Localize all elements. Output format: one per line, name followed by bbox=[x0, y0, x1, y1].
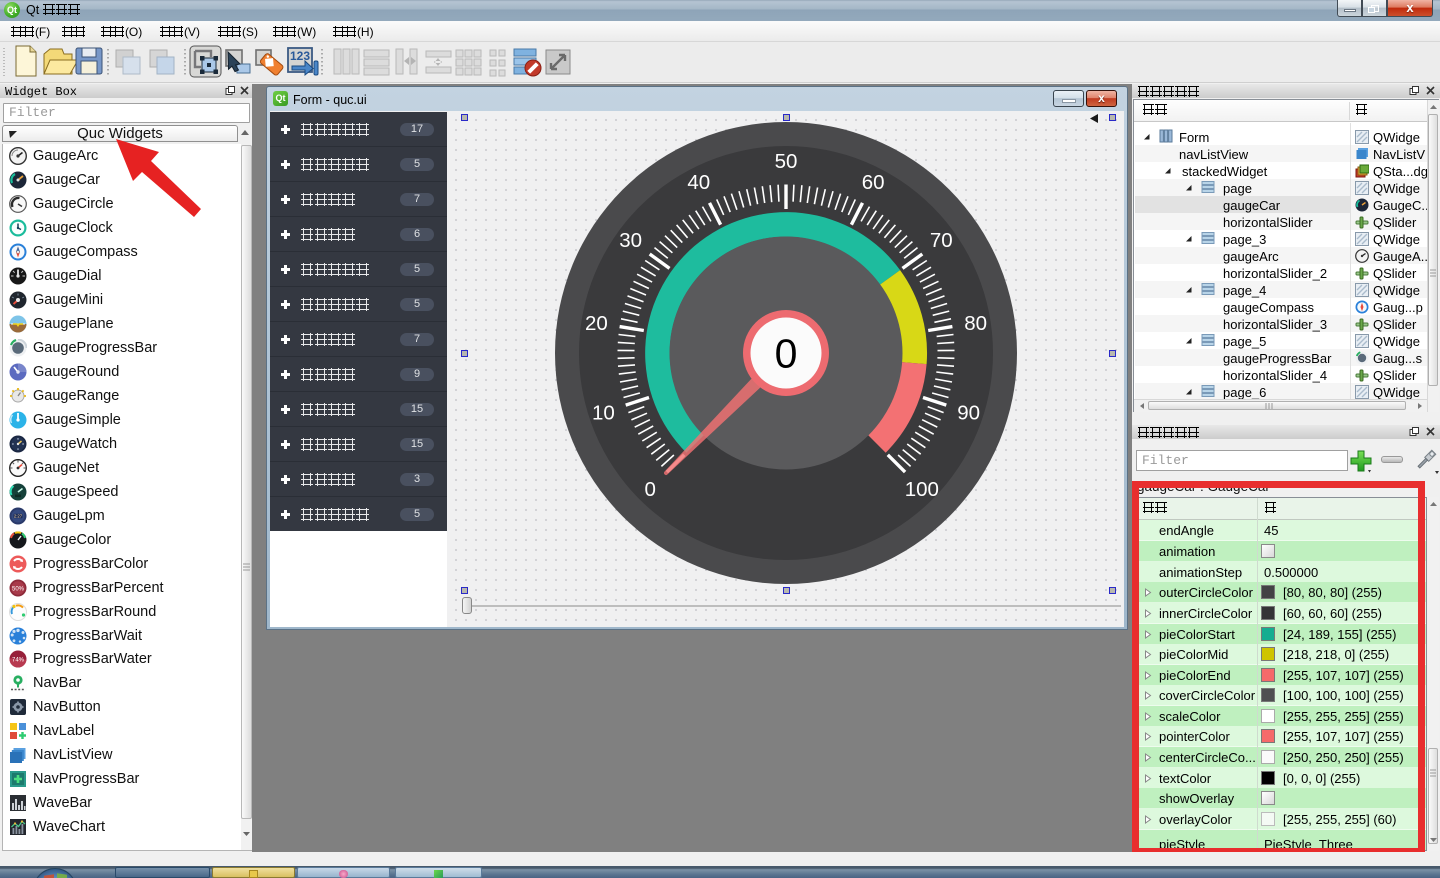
svg-text:90: 90 bbox=[957, 401, 980, 424]
svg-text:70: 70 bbox=[930, 229, 953, 252]
svg-text:30: 30 bbox=[619, 229, 642, 252]
svg-text:50: 50 bbox=[775, 150, 798, 173]
svg-text:0: 0 bbox=[775, 331, 798, 377]
svg-text:100: 100 bbox=[905, 478, 939, 501]
svg-text:0: 0 bbox=[644, 478, 655, 501]
svg-text:20: 20 bbox=[585, 312, 608, 335]
svg-text:50%: 50% bbox=[12, 586, 25, 592]
svg-text:123: 123 bbox=[290, 49, 310, 63]
svg-text:2:27: 2:27 bbox=[14, 514, 23, 519]
svg-text:80: 80 bbox=[964, 312, 987, 335]
svg-text:74%: 74% bbox=[12, 657, 25, 663]
svg-text:60: 60 bbox=[862, 171, 885, 194]
svg-text:40: 40 bbox=[687, 171, 710, 194]
svg-text:10: 10 bbox=[592, 401, 615, 424]
